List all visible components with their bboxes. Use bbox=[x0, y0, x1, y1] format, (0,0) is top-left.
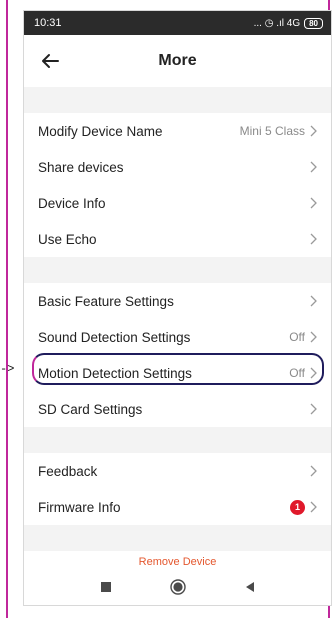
row-basic-feature-settings[interactable]: Basic Feature Settings bbox=[24, 283, 331, 319]
row-feedback[interactable]: Feedback bbox=[24, 453, 331, 489]
row-label: Feedback bbox=[38, 463, 98, 479]
row-trailing bbox=[309, 295, 317, 307]
annotation-arrow: -> bbox=[0, 362, 15, 376]
row-device-info[interactable]: Device Info bbox=[24, 185, 331, 221]
section-gap bbox=[24, 87, 331, 113]
row-value: Off bbox=[289, 366, 305, 380]
circle-icon[interactable] bbox=[169, 579, 186, 595]
row-trailing bbox=[309, 465, 317, 477]
row-sd-card-settings[interactable]: SD Card Settings bbox=[24, 391, 331, 427]
row-value: Off bbox=[289, 330, 305, 344]
battery-icon: 80 bbox=[304, 17, 323, 29]
chevron-right-icon bbox=[310, 197, 317, 209]
row-trailing: 1 bbox=[290, 499, 317, 515]
android-nav-bar bbox=[24, 569, 331, 605]
row-trailing: Mini 5 Class bbox=[240, 124, 317, 138]
row-trailing bbox=[309, 233, 317, 245]
chevron-right-icon bbox=[310, 125, 317, 137]
remove-device-button[interactable]: Remove Device bbox=[24, 551, 331, 571]
row-label: Sound Detection Settings bbox=[38, 329, 191, 345]
chevron-right-icon bbox=[310, 465, 317, 477]
row-motion-detection-settings[interactable]: Motion Detection Settings Off bbox=[24, 355, 331, 391]
row-trailing bbox=[309, 403, 317, 415]
row-trailing: Off bbox=[289, 330, 317, 344]
row-value: Mini 5 Class bbox=[239, 124, 305, 138]
frame-border-left bbox=[6, 0, 8, 618]
row-firmware-info[interactable]: Firmware Info 1 bbox=[24, 489, 331, 525]
nav-bar: More bbox=[24, 35, 331, 87]
row-use-echo[interactable]: Use Echo bbox=[24, 221, 331, 257]
row-label: Use Echo bbox=[38, 231, 97, 247]
section-gap bbox=[24, 427, 331, 453]
row-label: SD Card Settings bbox=[38, 401, 143, 417]
status-icons: ... ◷ .ıl 4G 80 bbox=[253, 17, 323, 29]
row-trailing bbox=[309, 161, 317, 173]
row-label: Firmware Info bbox=[38, 499, 121, 515]
row-trailing: Off bbox=[289, 366, 317, 380]
chevron-right-icon bbox=[310, 403, 317, 415]
row-label: Motion Detection Settings bbox=[38, 365, 192, 381]
status-bar: 10:31 ... ◷ .ıl 4G 80 bbox=[24, 11, 331, 35]
triangle-left-icon[interactable] bbox=[244, 581, 256, 593]
notification-badge: 1 bbox=[290, 499, 305, 515]
chevron-right-icon bbox=[310, 331, 317, 343]
row-sound-detection-settings[interactable]: Sound Detection Settings Off bbox=[24, 319, 331, 355]
chevron-right-icon bbox=[310, 367, 317, 379]
section-gap bbox=[24, 257, 331, 283]
row-share-devices[interactable]: Share devices bbox=[24, 149, 331, 185]
row-trailing bbox=[309, 197, 317, 209]
row-label: Device Info bbox=[38, 195, 106, 211]
row-label: Share devices bbox=[38, 159, 124, 175]
row-label: Modify Device Name bbox=[38, 123, 163, 139]
chevron-right-icon bbox=[310, 233, 317, 245]
row-label: Basic Feature Settings bbox=[38, 293, 174, 309]
page-title: More bbox=[158, 52, 197, 69]
chevron-right-icon bbox=[310, 161, 317, 173]
phone-screen: 10:31 ... ◷ .ıl 4G 80 More Modify Device… bbox=[23, 10, 332, 606]
signal-indicator: ... ◷ .ıl 4G bbox=[253, 17, 301, 29]
status-time: 10:31 bbox=[34, 17, 62, 29]
chevron-right-icon bbox=[310, 501, 317, 513]
square-icon[interactable] bbox=[100, 581, 112, 593]
chevron-right-icon bbox=[310, 295, 317, 307]
section-gap bbox=[24, 525, 331, 551]
row-modify-device-name[interactable]: Modify Device Name Mini 5 Class bbox=[24, 113, 331, 149]
